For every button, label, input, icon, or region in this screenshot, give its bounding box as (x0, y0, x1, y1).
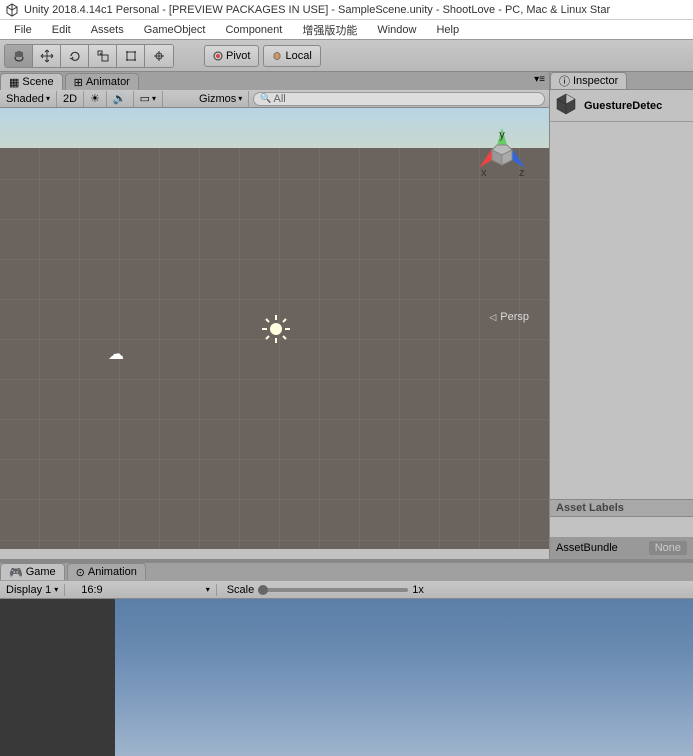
inspector-panel-tabs: ⓘ Inspector (550, 72, 693, 90)
scale-label: Scale (227, 584, 255, 596)
inspector-body (550, 122, 693, 499)
game-letterbox (0, 599, 115, 756)
scale-tool-button[interactable] (89, 45, 117, 67)
rect-tool-button[interactable] (117, 45, 145, 67)
scale-value: 1x (412, 584, 424, 596)
scene-tab-icon: ▦ (9, 76, 19, 89)
aspect-dropdown[interactable]: 16:9 ▾ (75, 584, 216, 596)
shading-mode-dropdown[interactable]: Shaded ▾ (0, 91, 57, 107)
scene-view-toolbar: Shaded ▾ 2D ☀ 🔊 ▭ ▾ Gizmos ▾ 🔍 All (0, 90, 549, 108)
tab-inspector[interactable]: ⓘ Inspector (550, 72, 627, 89)
audio-icon: 🔊 (113, 92, 127, 105)
main-toolbar: Pivot Local (0, 40, 693, 72)
game-viewport[interactable] (0, 599, 693, 756)
asset-bundle-dropdown[interactable]: None (649, 541, 687, 555)
sun-toggle-icon: ☀ (90, 92, 100, 105)
menu-window[interactable]: Window (367, 22, 426, 38)
transform-tools (4, 44, 174, 68)
scene-panel-tabs: ▦ Scene ⊞ Animator ▾≡ (0, 72, 549, 90)
menu-gameobject[interactable]: GameObject (134, 22, 216, 38)
scene-search-input[interactable]: 🔍 All (253, 92, 545, 106)
svg-text:z: z (519, 167, 525, 179)
triangle-left-icon: ◁ (489, 312, 496, 323)
tab-game[interactable]: 🎮 Game (0, 563, 65, 580)
game-render (115, 599, 693, 756)
rotate-tool-button[interactable] (61, 45, 89, 67)
inspector-object-header: GuestureDetec (550, 90, 693, 122)
scale-control: Scale 1x (227, 584, 424, 596)
game-tab-icon: 🎮 (9, 566, 23, 579)
audio-toggle[interactable]: 🔊 (107, 91, 134, 107)
asset-bundle-label: AssetBundle (556, 542, 618, 554)
orientation-gizmo[interactable]: y x z (467, 120, 537, 190)
lighting-toggle[interactable]: ☀ (84, 91, 107, 107)
window-title: Unity 2018.4.14c1 Personal - [PREVIEW PA… (24, 4, 610, 16)
display-dropdown[interactable]: Display 1 ▾ (0, 584, 65, 596)
gizmos-dropdown[interactable]: Gizmos ▾ (193, 91, 249, 107)
info-icon: ⓘ (559, 73, 570, 89)
titlebar: Unity 2018.4.14c1 Personal - [PREVIEW PA… (0, 0, 693, 20)
menu-edit[interactable]: Edit (42, 22, 81, 38)
pivot-button[interactable]: Pivot (204, 45, 259, 67)
projection-label[interactable]: ◁ Persp (489, 311, 529, 323)
scene-ground-grid (0, 148, 549, 549)
dropdown-arrow-icon: ▾ (206, 585, 210, 594)
asset-labels-header[interactable]: Asset Labels (550, 499, 693, 517)
tab-animator[interactable]: ⊞ Animator (65, 73, 139, 90)
menu-component[interactable]: Component (215, 22, 292, 38)
local-button[interactable]: Local (263, 45, 320, 67)
script-asset-icon (554, 92, 578, 119)
animation-tab-icon: ⊙ (76, 566, 85, 579)
tab-animation[interactable]: ⊙ Animation (67, 563, 146, 580)
dropdown-arrow-icon: ▾ (152, 94, 156, 103)
scale-slider[interactable] (258, 588, 408, 592)
search-icon: 🔍 (260, 93, 271, 104)
dropdown-arrow-icon: ▾ (238, 94, 242, 103)
tabs-menu-icon[interactable]: ▾≡ (534, 74, 545, 85)
svg-text:x: x (481, 167, 487, 179)
transform-tool-button[interactable] (145, 45, 173, 67)
inspector-object-name: GuestureDetec (584, 100, 662, 112)
menu-file[interactable]: File (4, 22, 42, 38)
menu-assets[interactable]: Assets (81, 22, 134, 38)
scene-viewport[interactable]: ☁ ◁ Persp y x z (0, 108, 549, 549)
svg-text:y: y (499, 129, 505, 141)
image-icon: ▭ (140, 92, 150, 105)
move-tool-button[interactable] (33, 45, 61, 67)
cloud-gizmo-icon[interactable]: ☁ (108, 344, 124, 364)
directional-light-gizmo-icon[interactable] (260, 313, 292, 345)
asset-bundle-row: AssetBundle None (550, 537, 693, 559)
view-2d-toggle[interactable]: 2D (57, 91, 84, 107)
dropdown-arrow-icon: ▾ (46, 94, 50, 103)
game-view-toolbar: Display 1 ▾ 16:9 ▾ Scale 1x (0, 581, 693, 599)
effects-dropdown[interactable]: ▭ ▾ (134, 91, 163, 107)
game-panel-tabs: 🎮 Game ⊙ Animation (0, 563, 693, 581)
local-label: Local (285, 50, 311, 62)
dropdown-arrow-icon: ▾ (54, 585, 58, 594)
hand-tool-button[interactable] (5, 45, 33, 67)
menu-enhanced[interactable]: 增强版功能 (292, 20, 367, 40)
animator-tab-icon: ⊞ (74, 76, 83, 89)
menu-help[interactable]: Help (426, 22, 469, 38)
tab-scene[interactable]: ▦ Scene (0, 73, 63, 90)
pivot-label: Pivot (226, 50, 250, 62)
unity-logo-icon (4, 2, 20, 18)
slider-thumb[interactable] (258, 585, 268, 595)
pivot-controls: Pivot Local (204, 45, 321, 67)
menubar: File Edit Assets GameObject Component 增强… (0, 20, 693, 40)
